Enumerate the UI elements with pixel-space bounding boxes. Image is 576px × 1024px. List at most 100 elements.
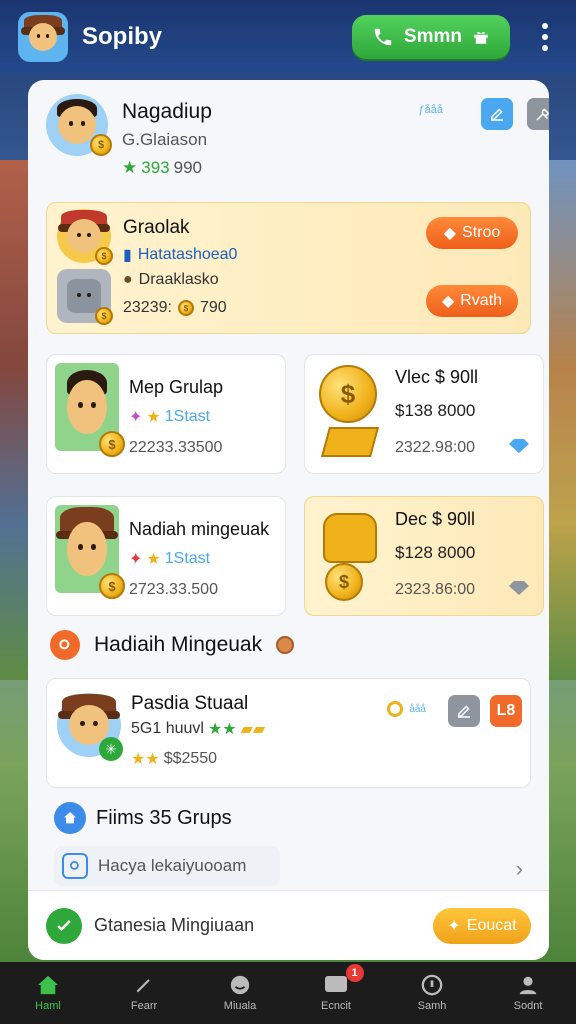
- coin-card[interactable]: $ Vlec $ 90ll $138 8000 2322.98:00: [304, 354, 544, 474]
- section-header: Hadiaih Mingeuak: [50, 630, 295, 660]
- coin-card-title: Dec $ 90ll: [395, 509, 476, 529]
- sparkle-icon: ✦: [447, 917, 461, 935]
- call-button[interactable]: Smmn: [351, 15, 510, 59]
- nav-ecncit-label: Ecncit: [321, 1000, 351, 1012]
- coin-icon: $: [99, 573, 125, 599]
- friend-amount-b: 790: [199, 299, 227, 316]
- activity-action-button[interactable]: L8: [490, 695, 522, 727]
- profile-avatar[interactable]: $: [46, 94, 112, 156]
- background-scene-right: [546, 160, 576, 680]
- group-card-title: Nadiah mingeuak: [129, 519, 270, 539]
- search-input[interactable]: [98, 856, 268, 876]
- info-icon: [420, 974, 444, 996]
- edit-button[interactable]: [448, 695, 480, 727]
- friend-line-dark-text: Draaklasko: [138, 271, 219, 288]
- friend-action-top-button[interactable]: ◆ Stroo: [426, 217, 518, 249]
- coin-icon: $: [90, 134, 112, 156]
- search-icon: [62, 853, 88, 879]
- friend-line-blue-text: Hatatashoea0: [137, 246, 238, 263]
- coin-icon: $: [95, 247, 113, 265]
- friend-avatar: $: [57, 209, 113, 265]
- top-bar: Sopiby Smmn: [0, 0, 576, 74]
- friend-card[interactable]: $ $ Graolak ▮ Hatatashoea0 ● Draaklasko …: [46, 202, 531, 334]
- bottom-card-label: Gtanesia Mingiuaan: [94, 915, 255, 935]
- profile-stat: ★ 393 990: [122, 158, 202, 178]
- wrench-icon: [536, 108, 549, 121]
- group-card-title: Mep Grulap: [129, 377, 224, 397]
- stars-icon: ★★: [207, 721, 237, 738]
- gem-icon: ◆: [443, 225, 457, 242]
- gold-bar-icon: ▰▰: [240, 721, 266, 738]
- friend-title: Graolak: [123, 217, 190, 238]
- activity-small-text: ååå: [409, 703, 426, 715]
- more-menu-icon[interactable]: [532, 17, 558, 57]
- phone-icon: [374, 28, 392, 46]
- coin-icon: $: [99, 431, 125, 457]
- profile-icon: [516, 974, 540, 996]
- activity-name: Pasdia Stuaal: [131, 693, 249, 714]
- coin-icon: $: [95, 307, 113, 325]
- chat-icon: [324, 974, 348, 996]
- nav-ecncit[interactable]: 1 Ecncit: [288, 962, 384, 1024]
- bottom-card-button[interactable]: ✦ Eoucat: [433, 907, 531, 944]
- search-icon[interactable]: [50, 630, 80, 660]
- coin-bag-icon: $: [319, 507, 385, 607]
- star-icon: ★: [146, 551, 161, 568]
- notification-badge: 1: [345, 964, 364, 982]
- home-icon: [36, 974, 60, 996]
- nav-fearr[interactable]: Fearr: [96, 962, 192, 1024]
- coin-card-price: $138 8000: [395, 401, 476, 420]
- nav-home-label: Haml: [35, 1000, 61, 1012]
- main-panel: $ Nagadiup G.Glaiason ★ 393 990 ƒååå $ $: [28, 80, 549, 960]
- gem-icon: [509, 439, 529, 453]
- activity-avatar: ✳: [57, 693, 123, 761]
- coin-icon: [276, 636, 295, 654]
- activity-small: ååå: [387, 701, 426, 717]
- nav-home[interactable]: Haml: [0, 962, 96, 1024]
- group-card-tag: ✦ ★ 1Stast: [129, 407, 210, 427]
- groups-row[interactable]: Fiims 35 Grups: [54, 802, 232, 834]
- nav-samh[interactable]: Samh: [384, 962, 480, 1024]
- friend-line-blue: ▮ Hatatashoea0: [123, 245, 237, 265]
- coin-card[interactable]: $ Dec $ 90ll $128 8000 2323.86:00: [304, 496, 544, 616]
- badge-icon: ✦: [129, 551, 143, 568]
- friend-action-top-label: Stroo: [462, 224, 501, 241]
- activity-card[interactable]: ✳ Pasdia Stuaal 5G1 huuvl ★★ ▰▰ ★★ $$255…: [46, 678, 531, 788]
- app-title: Sopiby: [82, 23, 163, 50]
- groups-title: Fiims 35 Grups: [96, 806, 232, 829]
- nav-sodnt-label: Sodnt: [513, 1000, 543, 1012]
- edit-icon: [458, 705, 470, 718]
- nav-miuala-label: Miuala: [223, 1000, 257, 1012]
- activity-line2: 5G1 huuvl ★★ ▰▰: [131, 719, 265, 739]
- coin-card-amount: 2323.86:00: [395, 581, 476, 598]
- group-card[interactable]: $ Mep Grulap ✦ ★ 1Stast 22233.33500: [46, 354, 286, 474]
- dot-icon: ●: [123, 271, 133, 288]
- activity-amount: $$2550: [163, 750, 218, 767]
- group-card-amount: 22233.33500: [129, 439, 223, 456]
- group-card[interactable]: $ Nadiah mingeuak ✦ ★ 1Stast 2723.33.500: [46, 496, 286, 616]
- edit-button[interactable]: [481, 98, 513, 130]
- gem-icon: ◆: [441, 293, 455, 310]
- star-icon: ★: [122, 158, 138, 177]
- nav-miuala[interactable]: Miuala: [192, 962, 288, 1024]
- profile-name: Nagadiup: [122, 100, 212, 123]
- coin-icon: $: [177, 300, 194, 316]
- friend-action-bottom-button[interactable]: ◆ Rvath: [426, 285, 518, 317]
- coin-icon: [387, 701, 404, 717]
- app-logo[interactable]: [18, 12, 68, 62]
- nav-sodnt[interactable]: Sodnt: [480, 962, 576, 1024]
- profile-subtitle: G.Glaiason: [122, 130, 208, 149]
- tools-button[interactable]: [527, 98, 549, 130]
- check-icon: [46, 907, 82, 944]
- search-bar[interactable]: [54, 846, 280, 886]
- friend-action-bottom-label: Rvath: [460, 292, 503, 309]
- activity-line2-text: 5G1 huuvl: [131, 720, 204, 737]
- friend-amount-a: 23239:: [123, 299, 172, 316]
- coin-card-price: $128 8000: [395, 543, 476, 562]
- coin-card-amount: 2322.98:00: [395, 439, 476, 456]
- chevron-right-icon[interactable]: ›: [516, 856, 523, 882]
- group-avatar: $: [55, 363, 125, 457]
- group-card-tag-text: 1Stast: [164, 550, 211, 567]
- star-icon: ★: [146, 409, 161, 426]
- nav-samh-label: Samh: [417, 1000, 447, 1012]
